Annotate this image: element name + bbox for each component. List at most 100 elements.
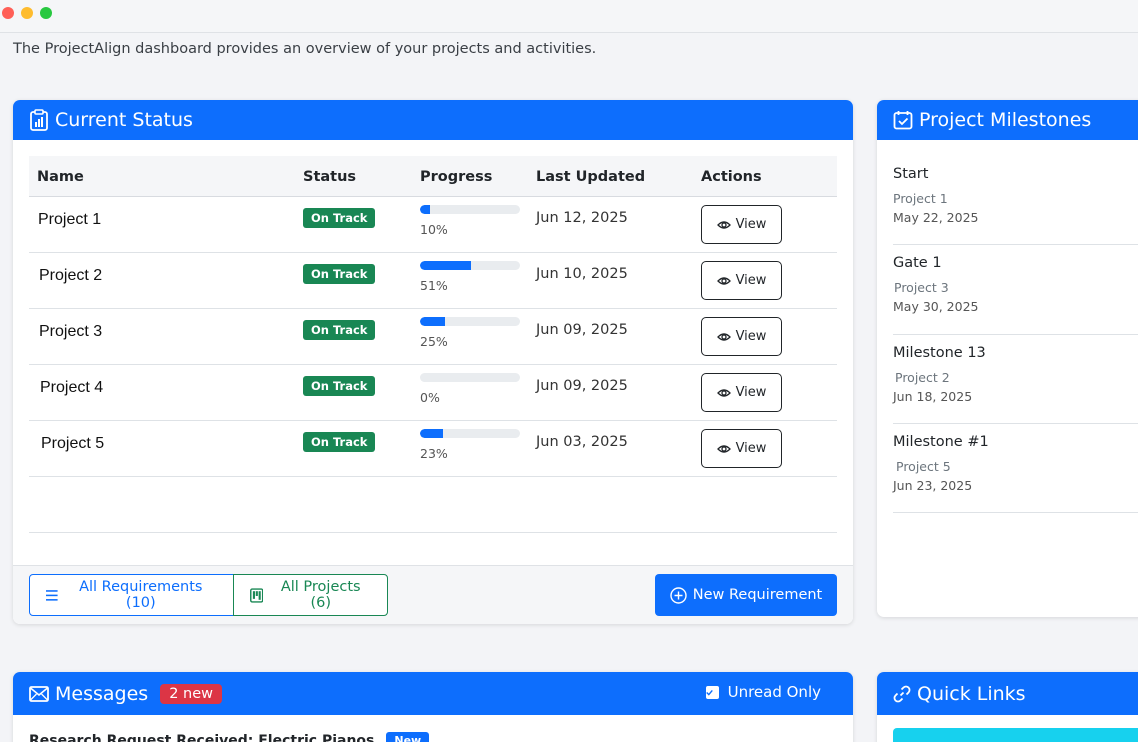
view-label: View — [735, 441, 767, 456]
checkbox-checked-icon[interactable] — [705, 685, 719, 699]
project-name: Project 4 — [40, 379, 104, 396]
milestone-project: Project 2 — [895, 370, 950, 385]
progress-fill — [420, 261, 471, 270]
milestone-date: Jun 23, 2025 — [893, 478, 973, 493]
table-row: Project 2 On Track 51% Jun 10, 2025 View — [29, 253, 837, 309]
message-item[interactable]: Research Request Received: Electric Pian… — [29, 732, 430, 742]
view-project-button[interactable]: View — [701, 373, 782, 412]
progress-bar — [420, 429, 520, 438]
window-titlebar — [0, 0, 1138, 33]
progress-label: 23% — [420, 446, 448, 461]
messages-card: Messages 2 new Unread Only Research Requ… — [13, 672, 853, 742]
calendar-check-icon — [893, 111, 913, 130]
milestone-project: Project 1 — [893, 191, 948, 206]
project-name: Project 1 — [38, 211, 102, 228]
column-actions: Actions — [701, 169, 762, 185]
filter-button-group: All Requirements (10) All Projects (6) — [29, 574, 388, 616]
project-milestones-card: Project Milestones Start Project 1 May 2… — [877, 100, 1138, 617]
message-new-badge: New — [386, 732, 430, 742]
all-requirements-label: All Requirements (10) — [79, 579, 203, 611]
project-name: Project 5 — [41, 435, 105, 452]
current-status-footer: All Requirements (10) All Projects (6) N… — [13, 565, 853, 624]
view-project-button[interactable]: View — [701, 317, 782, 356]
milestone-title: Milestone #1 — [893, 434, 989, 450]
milestone-item[interactable]: Milestone 13 Project 2 Jun 18, 2025 — [893, 345, 1138, 424]
messages-title: Messages — [55, 682, 149, 705]
empty-table-row — [29, 477, 837, 533]
current-status-card: Current Status Name Status Progress Last… — [13, 100, 853, 624]
project-name: Project 2 — [39, 267, 103, 284]
project-milestones-title: Project Milestones — [919, 109, 1092, 131]
last-updated: Jun 10, 2025 — [536, 266, 628, 282]
quick-link-button[interactable] — [893, 728, 1138, 742]
progress-bar — [420, 373, 520, 382]
milestone-project: Project 5 — [896, 459, 951, 474]
milestone-title: Gate 1 — [893, 255, 942, 271]
all-projects-label: All Projects (6) — [280, 579, 361, 611]
milestone-title: Start — [893, 166, 929, 182]
project-milestones-header: Project Milestones — [877, 100, 1138, 140]
progress-label: 25% — [420, 334, 448, 349]
all-requirements-button[interactable]: All Requirements (10) — [29, 574, 234, 616]
view-project-button[interactable]: View — [701, 261, 782, 300]
close-window-button[interactable] — [2, 7, 14, 19]
table-row: Project 3 On Track 25% Jun 09, 2025 View — [29, 309, 837, 365]
column-name: Name — [37, 169, 84, 185]
status-badge: On Track — [303, 376, 376, 396]
milestone-date: May 22, 2025 — [893, 210, 979, 225]
view-project-button[interactable]: View — [701, 429, 782, 468]
progress-label: 51% — [420, 278, 448, 293]
column-progress: Progress — [420, 169, 493, 185]
progress-fill — [420, 317, 445, 326]
view-project-button[interactable]: View — [701, 205, 782, 244]
current-status-title: Current Status — [55, 109, 193, 131]
eye-icon — [716, 276, 731, 285]
view-label: View — [735, 273, 767, 288]
column-last-updated: Last Updated — [536, 169, 646, 185]
status-table-header: Name Status Progress Last Updated Action… — [29, 156, 837, 197]
status-badge: On Track — [303, 208, 376, 228]
unread-only-label: Unread Only — [727, 683, 821, 701]
progress-bar — [420, 205, 520, 214]
view-label: View — [735, 217, 767, 232]
dashboard-intro: The ProjectAlign dashboard provides an o… — [13, 41, 597, 57]
status-badge: On Track — [303, 320, 376, 340]
eye-icon — [716, 444, 731, 453]
new-messages-badge: 2 new — [160, 683, 222, 704]
eye-icon — [716, 388, 731, 397]
column-status: Status — [303, 169, 357, 185]
current-status-header: Current Status — [13, 100, 853, 140]
milestone-project: Project 3 — [894, 280, 949, 295]
progress-bar — [420, 261, 520, 270]
last-updated: Jun 12, 2025 — [536, 210, 628, 226]
progress-label: 10% — [420, 222, 448, 237]
progress-label: 0% — [420, 390, 440, 405]
view-label: View — [735, 329, 767, 344]
milestone-item[interactable]: Gate 1 Project 3 May 30, 2025 — [893, 255, 1138, 335]
table-row: Project 1 On Track 10% Jun 12, 2025 View — [29, 197, 837, 253]
milestone-item[interactable]: Start Project 1 May 22, 2025 — [893, 166, 1138, 245]
eye-icon — [716, 220, 731, 229]
quick-links-title: Quick Links — [917, 682, 1026, 705]
maximize-window-button[interactable] — [40, 7, 52, 19]
milestone-title: Milestone 13 — [893, 345, 986, 361]
milestone-date: Jun 18, 2025 — [893, 389, 973, 404]
view-label: View — [735, 385, 767, 400]
project-name: Project 3 — [39, 323, 103, 340]
kanban-icon — [250, 587, 264, 603]
milestone-item[interactable]: Milestone #1 Project 5 Jun 23, 2025 — [893, 434, 1138, 513]
link-icon — [893, 685, 911, 702]
table-row: Project 5 On Track 23% Jun 03, 2025 View — [29, 421, 837, 477]
progress-bar — [420, 317, 520, 326]
list-icon — [46, 589, 58, 601]
envelope-icon — [29, 685, 49, 702]
last-updated: Jun 09, 2025 — [536, 322, 628, 338]
status-badge: On Track — [303, 264, 376, 284]
eye-icon — [716, 332, 731, 341]
unread-only-toggle[interactable]: Unread Only — [705, 683, 821, 701]
new-requirement-button[interactable]: New Requirement — [655, 574, 837, 616]
minimize-window-button[interactable] — [21, 7, 33, 19]
all-projects-button[interactable]: All Projects (6) — [233, 574, 388, 616]
status-badge: On Track — [303, 432, 376, 452]
message-subject: Research Request Received: Electric Pian… — [29, 732, 375, 742]
